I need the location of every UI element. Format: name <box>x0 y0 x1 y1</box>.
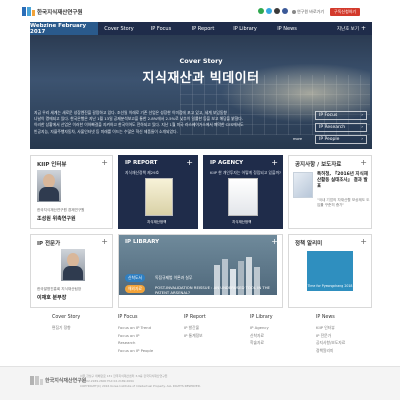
plus-icon[interactable]: + <box>271 237 278 246</box>
hero-more-link[interactable]: more <box>293 137 315 143</box>
logo-mark-icon <box>22 7 35 16</box>
notice-thumbnail <box>293 172 313 198</box>
institute-link[interactable]: 연구원 바로가기 <box>292 9 324 15</box>
footer-info: 서울 강남구 테헤란로 131 한국지식재산센터 3,9층 한국지식재산연구원 … <box>80 374 201 388</box>
policy-banner[interactable]: Time for Pyeongchang 2018 <box>307 251 353 291</box>
card-title: IP LIBRARY <box>125 239 160 245</box>
card-ip-agency[interactable]: IP AGENCY + KIIP 한 개인투자는 어떻게 정립되고 있을까? 지… <box>203 155 283 229</box>
footer-col-ip-news: IP News KIIP 인터뷰 IP 전문가 공지사항/보도자료 정책알리미 <box>316 315 346 353</box>
arrow-right-icon: › <box>361 125 363 130</box>
nav-brand[interactable]: Webzine February 2017 <box>30 22 98 35</box>
footer-sitemap: Cover Story 편집기 정향 IP Focus Focus on IP … <box>30 315 372 365</box>
plus-icon[interactable]: + <box>101 237 108 246</box>
report-caption: 지식재산정책 제29호 <box>125 170 159 175</box>
agency-book-cover <box>228 178 258 216</box>
person-photo <box>37 170 61 202</box>
plus-icon[interactable]: + <box>360 158 367 167</box>
twitter-icon[interactable] <box>266 8 272 14</box>
footer-logo: 한국지식재산연구원 <box>30 376 86 385</box>
subscribe-button[interactable]: 구독신청하기 <box>330 8 361 16</box>
logo-mark-icon <box>30 376 43 385</box>
hero-title: 지식재산과 빅데이터 <box>142 71 260 86</box>
card-interview[interactable]: KIIP 인터뷰 + 한국지식재산연구원 경제연구원 조성원 위촉연구원 <box>30 155 113 229</box>
nav-ip-library[interactable]: IP Library <box>224 26 266 32</box>
expert-org: 한국발명진흥회 지식재산팀장 <box>37 287 82 291</box>
card-expert[interactable]: IP 전문가 + 한국발명진흥회 지식재산팀장 이재호 분부장 <box>30 234 113 308</box>
card-title: KIIP 인터뷰 <box>37 162 67 168</box>
card-title: 공지사항 / 보도자료 <box>295 162 342 168</box>
arrow-right-icon: › <box>361 113 363 118</box>
tag-overseas: 해외자료 <box>125 285 145 293</box>
footer-bar: 한국지식재산연구원 서울 강남구 테헤란로 131 한국지식재산센터 3,9층 … <box>0 366 400 400</box>
top-header: 한국지식재산연구원 연구원 바로가기 구독신청하기 <box>0 0 400 23</box>
card-title: IP 전문가 <box>37 241 61 247</box>
social-links <box>258 8 288 14</box>
notice-headline: 특허청, 『2016년 지식재산활동 실태조사』 결과 발표 <box>317 172 368 189</box>
card-notice[interactable]: 공지사항 / 보도자료 + 특허청, 『2016년 지식재산활동 실태조사』 결… <box>288 155 372 229</box>
hero-description: 지금 우리 세계는 새로운 성장엔진을 갈망하고 있다. 조선일 이래로 기존 … <box>34 110 244 134</box>
hero-banner: Cover Story 지식재산과 빅데이터 지금 우리 세계는 새로운 성장엔… <box>30 35 372 149</box>
facebook-icon[interactable] <box>282 8 288 14</box>
hero-link-ip-people[interactable]: IP People › <box>315 135 367 144</box>
main-nav: Webzine February 2017 Cover Story IP Foc… <box>30 22 372 35</box>
notice-sub: "국내 기업의 자재산활 보상제도 도입률 꾸준히 증가" <box>317 198 370 207</box>
archive-link[interactable]: 지난호 보기 + <box>337 25 372 32</box>
nav-ip-news[interactable]: IP News <box>266 26 308 32</box>
logo-text: 한국지식재산연구원 <box>37 9 83 16</box>
plus-icon[interactable]: + <box>186 158 193 167</box>
hero-links: IP Focus › IP Research › IP People › <box>315 111 367 147</box>
tag-new-books: 신착도서 <box>125 274 145 282</box>
youtube-icon[interactable] <box>274 8 280 14</box>
policy-banner-text: Time for Pyeongchang 2018 <box>307 284 353 288</box>
person-photo <box>61 249 85 281</box>
nav-ip-report[interactable]: IP Report <box>182 26 224 32</box>
expert-name: 이재호 분부장 <box>37 295 67 301</box>
card-title: IP AGENCY <box>210 160 244 166</box>
plus-icon[interactable]: + <box>271 158 278 167</box>
hero-link-ip-research[interactable]: IP Research › <box>315 123 367 132</box>
card-ip-library[interactable]: IP LIBRARY + 신착도서 독점규제법 이론과 실무 해외자료 POST… <box>118 234 283 308</box>
top-links: 연구원 바로가기 구독신청하기 <box>292 8 361 16</box>
blog-icon[interactable] <box>258 8 264 14</box>
agency-caption: KIIP 한 개인투자는 어떻게 정립되고 있을까? <box>210 170 281 175</box>
arrow-right-icon: › <box>361 137 363 142</box>
hero-label: Cover Story <box>179 57 223 65</box>
report-footer: 지식재산정책 <box>147 220 167 224</box>
footer-col-ip-report: IP Report IP 발간물 IP 통계정보 <box>184 315 206 338</box>
footer-col-ip-focus: IP Focus Focus on IP Trend Focus on IP R… <box>118 315 154 353</box>
interviewee-org: 한국지식재산연구원 경제연구원 <box>37 208 85 212</box>
interviewee-name: 조성원 위촉연구원 <box>37 216 76 222</box>
home-icon <box>292 10 296 14</box>
hero-link-ip-focus[interactable]: IP Focus › <box>315 111 367 120</box>
library-text-2[interactable]: POST-INVALIDATION REISSUE : AN UNDERUSED… <box>155 285 277 295</box>
report-book-cover <box>145 178 173 216</box>
card-policy[interactable]: 정책 알리미 + Time for Pyeongchang 2018 <box>288 234 372 308</box>
site-logo[interactable]: 한국지식재산연구원 <box>22 7 83 16</box>
library-text-1[interactable]: 독점규제법 이론과 실무 <box>155 275 275 281</box>
footer-col-cover-story: Cover Story 편집기 정향 <box>52 315 81 330</box>
footer-col-ip-library: IP Library IP Agency 신착자료 학술자료 <box>250 315 273 345</box>
card-title: IP REPORT <box>125 160 158 166</box>
card-ip-report[interactable]: IP REPORT + 지식재산정책 제29호 지식재산정책 <box>118 155 198 229</box>
agency-footer: 지식재산정책 <box>232 220 252 224</box>
nav-cover-story[interactable]: Cover Story <box>98 26 140 32</box>
plus-icon: + <box>360 25 366 32</box>
plus-icon[interactable]: + <box>101 158 108 167</box>
plus-icon[interactable]: + <box>360 237 367 246</box>
card-title: 정책 알리미 <box>295 241 323 247</box>
nav-ip-focus[interactable]: IP Focus <box>140 26 182 32</box>
